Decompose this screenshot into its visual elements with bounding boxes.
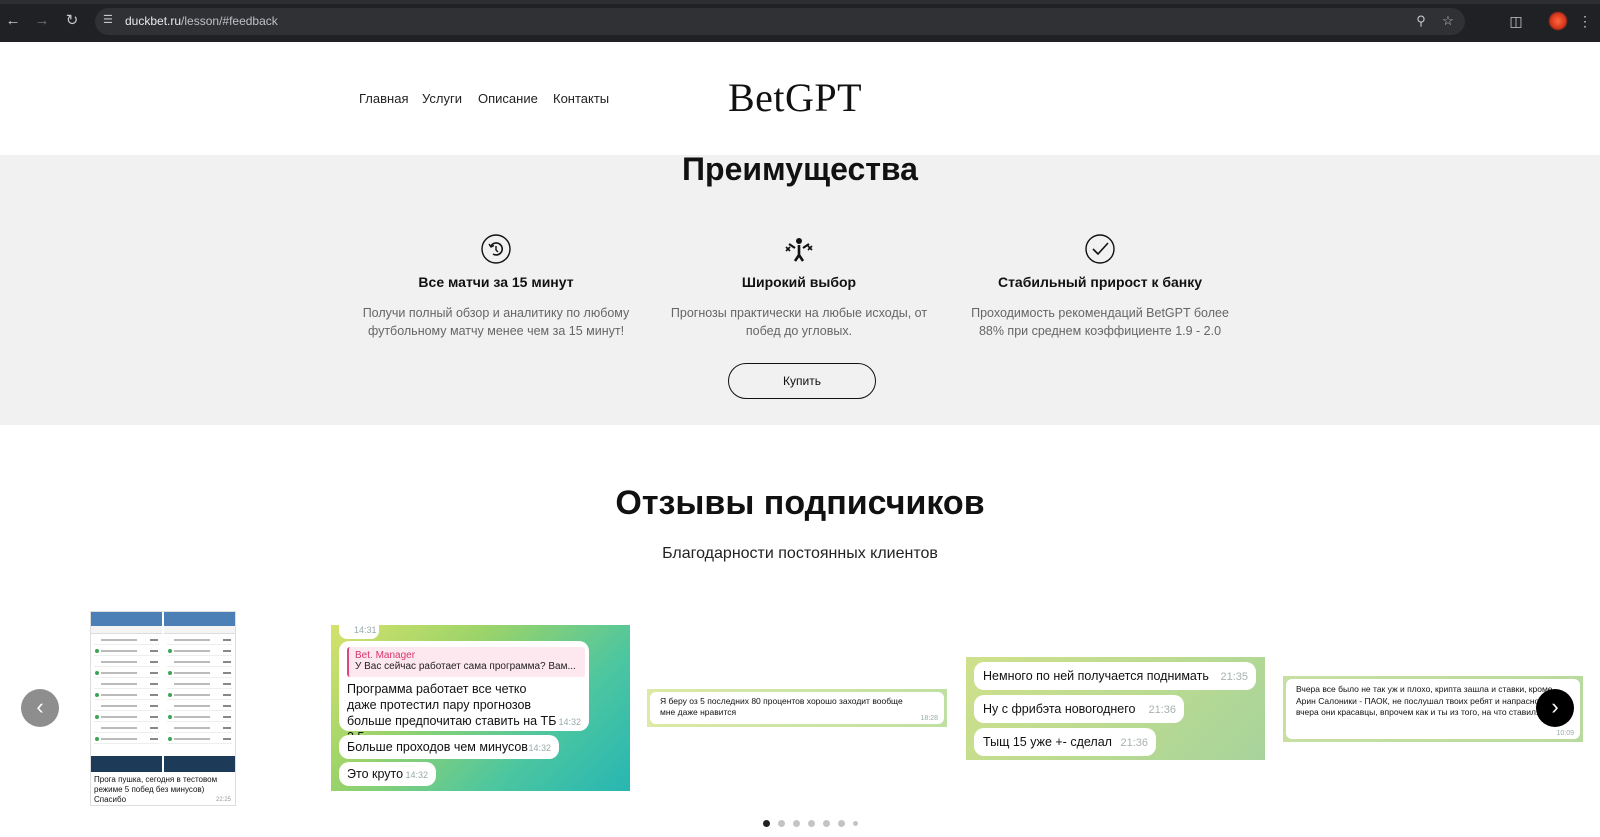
nav-contacts[interactable]: Контакты bbox=[553, 91, 609, 106]
star-icon[interactable]: ☆ bbox=[1440, 13, 1456, 29]
message-time: 14:32 bbox=[405, 770, 428, 780]
carousel-prev-button[interactable]: ‹ bbox=[21, 689, 59, 727]
url-path: /lesson/#feedback bbox=[181, 14, 278, 28]
message-bubble: Тыщ 15 уже +- сделал 21:36 bbox=[974, 728, 1156, 756]
pagination-dot[interactable] bbox=[763, 820, 770, 827]
reviews-subtitle: Благодарности постоянных клиентов bbox=[662, 545, 938, 562]
message-bubble: Bet. Manager У Вас сейчас работает сама … bbox=[339, 641, 589, 744]
review-card-2[interactable]: 14:31 Bet. Manager У Вас сейчас работает… bbox=[331, 625, 630, 791]
tab-strip bbox=[0, 0, 1600, 4]
phone-screenshot bbox=[164, 612, 235, 772]
pagination-dot[interactable] bbox=[838, 820, 845, 827]
message-bubble: Немного по ней получается поднимать 21:3… bbox=[974, 662, 1256, 690]
review-card-1[interactable]: Прога пушка, сегодня в тестовом режиме 5… bbox=[90, 611, 236, 806]
message-text: Вчера все было не так уж и плохо, крипта… bbox=[1296, 684, 1568, 717]
browser-toolbar: ← → ↻ ☰ duckbet.ru/lesson/#feedback ⚲ ☆ … bbox=[0, 0, 1600, 42]
review-card-3[interactable]: Я беру оз 5 последних 80 процентов хорош… bbox=[647, 689, 947, 727]
address-bar[interactable]: ☰ duckbet.ru/lesson/#feedback ⚲ ☆ bbox=[95, 8, 1465, 35]
feature-fast: Все матчи за 15 минут Получи полный обзо… bbox=[356, 233, 636, 340]
extensions-icon[interactable]: ◫ bbox=[1507, 12, 1525, 30]
carousel-next-button[interactable]: › bbox=[1536, 689, 1574, 727]
review-card-4[interactable]: Немного по ней получается поднимать 21:3… bbox=[966, 657, 1265, 760]
message-time: 14:32 bbox=[528, 743, 551, 753]
back-icon[interactable]: ← bbox=[4, 12, 22, 30]
nav-description[interactable]: Описание bbox=[478, 91, 538, 106]
message-time: 21:36 bbox=[1148, 704, 1176, 716]
url-host: duckbet.ru bbox=[125, 14, 182, 28]
message-bubble: Это круто 14:32 bbox=[339, 762, 436, 786]
message-bubble: Больше проходов чем минусов 14:32 bbox=[339, 735, 559, 759]
pagination-dot[interactable] bbox=[823, 820, 830, 827]
pagination-dot[interactable] bbox=[853, 821, 858, 826]
feature-choice: Широкий выбор Прогнозы практически на лю… bbox=[659, 233, 939, 340]
message-text: Больше проходов чем минусов bbox=[347, 740, 528, 754]
message-time: 14:31 bbox=[354, 625, 377, 635]
profile-icon[interactable] bbox=[1549, 12, 1567, 30]
message-time: 18:28 bbox=[920, 715, 938, 722]
message-bubble: 14:31 bbox=[339, 625, 379, 639]
message-bubble: Я беру оз 5 последних 80 процентов хорош… bbox=[650, 692, 944, 724]
message-text: Тыщ 15 уже +- сделал bbox=[983, 735, 1112, 749]
url-text[interactable]: duckbet.ru/lesson/#feedback bbox=[125, 14, 278, 28]
forward-icon[interactable]: → bbox=[33, 12, 51, 30]
check-icon bbox=[1085, 234, 1115, 264]
advantages-title: Преимущества bbox=[682, 151, 918, 187]
nav-services[interactable]: Услуги bbox=[422, 91, 462, 106]
advantages-section: Преимущества Все матчи за 15 минут Получ… bbox=[0, 151, 1600, 425]
pagination-dot[interactable] bbox=[808, 820, 815, 827]
pagination-dot[interactable] bbox=[778, 820, 785, 827]
phone-screenshot bbox=[91, 612, 162, 772]
reply-author: Bet. Manager bbox=[355, 650, 416, 661]
message-text: Я беру оз 5 последних 80 процентов хорош… bbox=[660, 696, 903, 717]
feature-desc: Проходимость рекомендаций BetGPT более 8… bbox=[971, 306, 1229, 338]
zoom-icon[interactable]: ⚲ bbox=[1413, 13, 1429, 29]
review-text: Прога пушка, сегодня в тестовом режиме 5… bbox=[94, 775, 218, 804]
message-text: Немного по ней получается поднимать bbox=[983, 669, 1209, 683]
menu-icon[interactable]: ⋮ bbox=[1576, 12, 1594, 30]
feature-desc: Прогнозы практически на любые исходы, от… bbox=[670, 306, 928, 338]
feature-title: Широкий выбор bbox=[741, 274, 857, 290]
nav-home[interactable]: Главная bbox=[359, 91, 408, 106]
reply-quote: Bet. Manager У Вас сейчас работает сама … bbox=[347, 647, 585, 677]
reviews-title: Отзывы подписчиков bbox=[615, 484, 985, 522]
feature-desc: Получи полный обзор и аналитику по любом… bbox=[362, 306, 630, 338]
reply-text: У Вас сейчас работает сама программа? Ва… bbox=[355, 661, 576, 672]
message-time: 14:32 bbox=[558, 717, 581, 727]
message-text: Это круто bbox=[347, 767, 404, 781]
feature-growth: Стабильный прирост к банку Проходимость … bbox=[960, 233, 1240, 340]
carousel-pagination bbox=[0, 820, 1600, 830]
choice-icon bbox=[785, 238, 813, 262]
timer-icon bbox=[481, 234, 511, 264]
feature-title: Все матчи за 15 минут bbox=[418, 274, 574, 290]
review-time: 22:25 bbox=[215, 797, 231, 803]
feature-title: Стабильный прирост к банку bbox=[997, 274, 1203, 290]
message-time: 21:36 bbox=[1120, 737, 1148, 749]
site-logo[interactable]: BetGPT bbox=[728, 74, 862, 121]
buy-button[interactable]: Купить bbox=[728, 363, 876, 399]
site-header: Главная Услуги Описание Контакты BetGPT bbox=[0, 42, 1600, 155]
message-time: 10:09 bbox=[1556, 730, 1574, 737]
pagination-dot[interactable] bbox=[793, 820, 800, 827]
message-bubble: Ну с фрибэта новогоднего 21:36 bbox=[974, 695, 1184, 723]
reload-icon[interactable]: ↻ bbox=[63, 12, 81, 30]
site-info-icon[interactable]: ☰ bbox=[103, 13, 117, 27]
message-text: Ну с фрибэта новогоднего bbox=[983, 702, 1136, 716]
message-time: 21:35 bbox=[1220, 671, 1248, 683]
